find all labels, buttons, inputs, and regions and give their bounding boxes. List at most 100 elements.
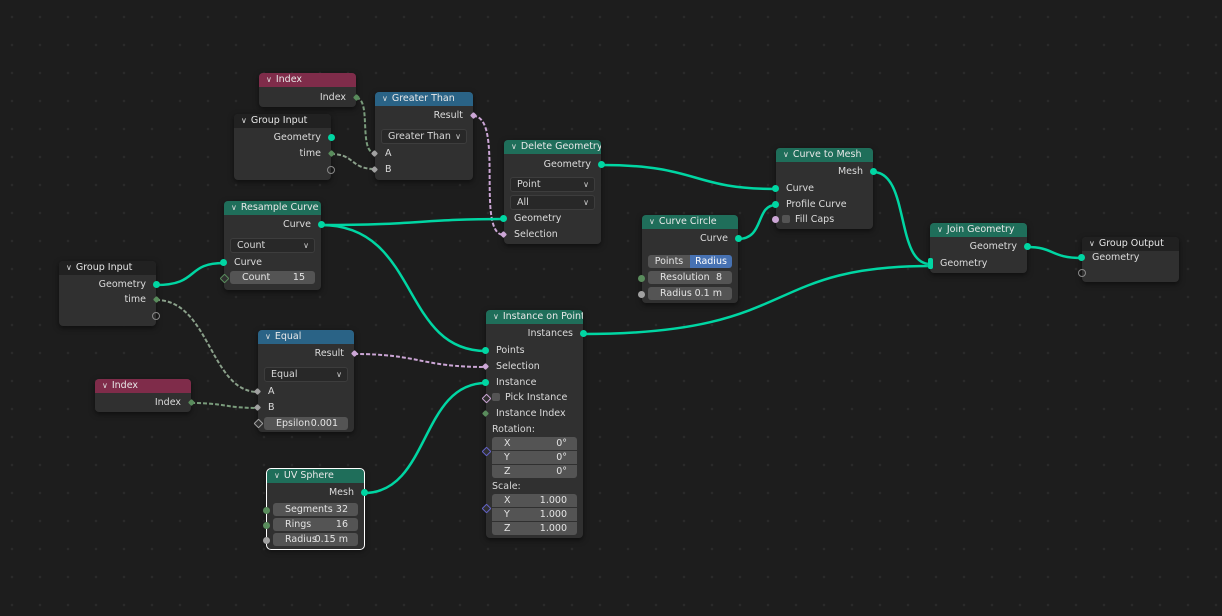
socket-fill-caps-in[interactable]	[772, 216, 779, 223]
socket-curve-in[interactable]	[220, 259, 227, 266]
scale-x-field[interactable]: X 1.000	[492, 494, 577, 507]
socket-profile-curve-in[interactable]	[772, 201, 779, 208]
socket-geometry-in[interactable]	[500, 215, 507, 222]
pick-instance-checkbox[interactable]	[492, 393, 500, 401]
rotation-z-field[interactable]: Z 0°	[492, 465, 577, 478]
node-curve-circle[interactable]: ∨ Curve Circle Curve Points Radius Resolu…	[638, 215, 742, 303]
chevron-down-icon[interactable]: ∨	[102, 379, 108, 393]
node-curve-to-mesh[interactable]: ∨ Curve to Mesh Mesh Curve Profile Curve …	[772, 148, 877, 229]
radius-field[interactable]: Radius 0.15 m	[273, 533, 358, 546]
chevron-down-icon[interactable]: ∨	[265, 330, 271, 344]
node-uv-sphere[interactable]: ∨ UV Sphere Mesh Segments 32 Rings 16 Radiu…	[263, 468, 368, 550]
socket-selection-in[interactable]	[481, 362, 490, 371]
socket-empty-out[interactable]	[327, 166, 335, 174]
node-header[interactable]: ∨ Index	[95, 379, 191, 393]
socket-curve-in[interactable]	[772, 185, 779, 192]
socket-scale-in[interactable]	[481, 503, 492, 514]
node-header[interactable]: ∨ UV Sphere	[267, 469, 364, 483]
node-header[interactable]: ∨ Instance on Points	[486, 310, 583, 324]
socket-radius-in[interactable]	[263, 537, 270, 544]
socket-instances-out[interactable]	[580, 330, 587, 337]
mode-dropdown[interactable]: All ∨	[510, 195, 595, 210]
chevron-down-icon[interactable]: ∨	[649, 215, 655, 229]
rotation-x-field[interactable]: X 0°	[492, 437, 577, 450]
socket-index-out[interactable]	[352, 93, 361, 102]
node-header[interactable]: ∨ Group Output	[1082, 237, 1179, 251]
socket-result-out[interactable]	[469, 111, 478, 120]
mode-radius-button[interactable]: Radius	[690, 255, 732, 268]
socket-points-in[interactable]	[482, 347, 489, 354]
socket-resolution-in[interactable]	[638, 275, 645, 282]
rings-field[interactable]: Rings 16	[273, 518, 358, 531]
socket-pick-instance-in[interactable]	[481, 393, 492, 404]
chevron-down-icon[interactable]: ∨	[231, 201, 237, 215]
chevron-down-icon[interactable]: ∨	[1089, 237, 1095, 251]
node-group-output[interactable]: ∨ Group Output Geometry	[1078, 237, 1179, 282]
node-header[interactable]: ∨ Curve to Mesh	[776, 148, 873, 162]
compare-mode-dropdown[interactable]: Equal ∨	[264, 367, 348, 382]
chevron-down-icon[interactable]: ∨	[241, 114, 247, 128]
node-header[interactable]: ∨ Group Input	[59, 261, 156, 275]
rotation-y-field[interactable]: Y 0°	[492, 451, 577, 464]
node-header[interactable]: ∨ Equal	[258, 330, 354, 344]
socket-curve-out[interactable]	[735, 235, 742, 242]
socket-epsilon-in[interactable]	[253, 418, 264, 429]
chevron-down-icon[interactable]: ∨	[511, 140, 517, 154]
resolution-field[interactable]: Resolution 8	[648, 271, 732, 284]
socket-geometry-out[interactable]	[1024, 243, 1031, 250]
socket-instance-in[interactable]	[482, 379, 489, 386]
socket-time-out[interactable]	[327, 149, 336, 158]
mode-points-button[interactable]: Points	[648, 255, 690, 268]
node-index-top[interactable]: ∨ Index Index	[259, 73, 361, 107]
chevron-down-icon[interactable]: ∨	[382, 92, 388, 106]
radius-field[interactable]: Radius 0.1 m	[648, 287, 732, 300]
socket-curve-out[interactable]	[318, 221, 325, 228]
socket-selection-in[interactable]	[499, 230, 508, 239]
node-header[interactable]: ∨ Group Input	[234, 114, 331, 128]
node-header[interactable]: ∨ Greater Than	[375, 92, 473, 106]
epsilon-field[interactable]: Epsilon 0.001	[264, 417, 348, 430]
socket-result-out[interactable]	[350, 349, 359, 358]
node-header[interactable]: ∨ Join Geometry	[930, 223, 1027, 237]
node-delete-geometry[interactable]: ∨ Delete Geometry Geometry Point ∨ All ∨ Ge…	[499, 140, 605, 244]
socket-radius-in[interactable]	[638, 291, 645, 298]
chevron-down-icon[interactable]: ∨	[937, 223, 943, 237]
chevron-down-icon[interactable]: ∨	[783, 148, 789, 162]
node-header[interactable]: ∨ Index	[259, 73, 356, 87]
socket-segments-in[interactable]	[263, 507, 270, 514]
count-field[interactable]: Count 15	[230, 271, 315, 284]
socket-count-in[interactable]	[219, 273, 230, 284]
fill-caps-checkbox[interactable]	[782, 215, 790, 223]
node-join-geometry[interactable]: ∨ Join Geometry Geometry Geometry	[928, 223, 1031, 273]
chevron-down-icon[interactable]: ∨	[274, 469, 280, 483]
socket-b-in[interactable]	[370, 165, 379, 174]
node-header[interactable]: ∨ Curve Circle	[642, 215, 738, 229]
node-instance-on-points[interactable]: ∨ Instance on Points Instances Points Sel…	[481, 310, 587, 538]
socket-geometry-out[interactable]	[153, 281, 160, 288]
socket-a-in[interactable]	[253, 387, 262, 396]
socket-geometry-out[interactable]	[328, 134, 335, 141]
socket-geometry-multi-in[interactable]	[928, 258, 933, 269]
node-resample-curve[interactable]: ∨ Resample Curve Curve Count ∨ Curve Count…	[219, 201, 325, 290]
socket-a-in[interactable]	[370, 149, 379, 158]
socket-empty-in[interactable]	[1078, 269, 1086, 277]
node-index-bottom[interactable]: ∨ Index Index	[95, 379, 196, 412]
chevron-down-icon[interactable]: ∨	[493, 310, 499, 324]
resample-mode-dropdown[interactable]: Count ∨	[230, 238, 315, 253]
socket-mesh-out[interactable]	[870, 168, 877, 175]
socket-mesh-out[interactable]	[361, 489, 368, 496]
socket-geometry-out[interactable]	[598, 161, 605, 168]
socket-geometry-in[interactable]	[1078, 254, 1085, 261]
compare-mode-dropdown[interactable]: Greater Than ∨	[381, 129, 467, 144]
node-header[interactable]: ∨ Resample Curve	[224, 201, 321, 215]
node-header[interactable]: ∨ Delete Geometry	[504, 140, 601, 154]
segments-field[interactable]: Segments 32	[273, 503, 358, 516]
socket-rings-in[interactable]	[263, 522, 270, 529]
socket-b-in[interactable]	[253, 403, 262, 412]
scale-y-field[interactable]: Y 1.000	[492, 508, 577, 521]
chevron-down-icon[interactable]: ∨	[66, 261, 72, 275]
chevron-down-icon[interactable]: ∨	[266, 73, 272, 87]
node-group-input-left[interactable]: ∨ Group Input Geometry time	[59, 261, 161, 326]
node-greater-than[interactable]: ∨ Greater Than Result Greater Than ∨ A B	[370, 92, 478, 180]
node-group-input-top[interactable]: ∨ Group Input Geometry time	[234, 114, 336, 180]
